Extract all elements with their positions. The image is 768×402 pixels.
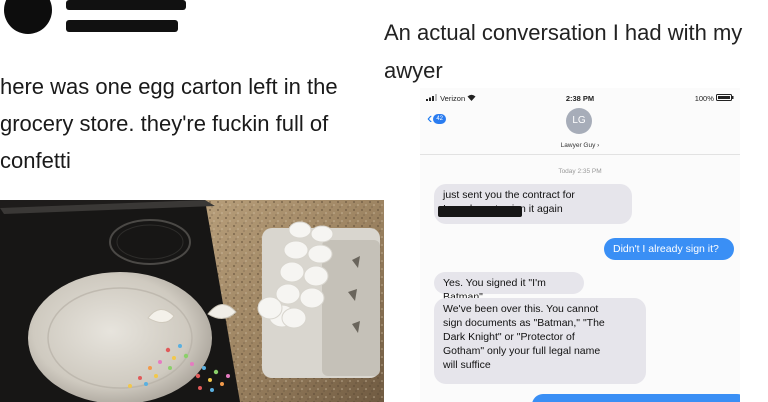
- message-bubble-sent: Didn't I already sign it?: [604, 238, 734, 260]
- tweet-panel: here was one egg carton left in the groc…: [0, 0, 384, 402]
- status-time: 2:38 PM: [565, 94, 595, 103]
- battery-icon: [716, 94, 734, 101]
- unread-count-badge: 42: [433, 114, 447, 124]
- message-bubble-sent-partial: [532, 394, 740, 402]
- stovetop-eggs-illustration: [0, 200, 384, 402]
- message-bubble-received: We've been over this. You cannot sign do…: [434, 298, 646, 384]
- tweet-avatar: [4, 0, 52, 34]
- message-bubble-received: just sent you the contract for I need yo…: [434, 184, 632, 224]
- egg-confetti-photo: [0, 200, 384, 402]
- status-bar-right: 100%: [695, 94, 734, 103]
- back-button[interactable]: ‹ 42: [427, 110, 447, 127]
- contact-avatar[interactable]: LG: [566, 108, 592, 134]
- caption-text: An actual conversation I had with my awy…: [384, 20, 743, 83]
- plate: [28, 272, 212, 402]
- contact-name-label: Lawyer Guy: [560, 142, 596, 149]
- conversation-panel: An actual conversation I had with my awy…: [384, 0, 768, 402]
- chevron-right-icon: ›: [597, 142, 600, 149]
- redacted-handle: [66, 20, 178, 32]
- redacted-username: [66, 0, 186, 10]
- phone-screenshot: Verizon 2:38 PM 100% ‹ 42 LG Lawyer Guy …: [420, 88, 740, 402]
- tweet-text: here was one egg carton left in the groc…: [0, 74, 338, 173]
- header-divider: [420, 154, 740, 155]
- message-timestamp: Today 2:35 PM: [558, 168, 602, 175]
- back-chevron-icon: ‹: [427, 110, 433, 127]
- battery-percent: 100%: [694, 94, 714, 103]
- contact-name[interactable]: Lawyer Guy ›: [420, 142, 740, 149]
- redacted-project-name: [438, 206, 522, 217]
- message-bubble-received: Yes. You signed it "I'm Batman": [434, 272, 584, 303]
